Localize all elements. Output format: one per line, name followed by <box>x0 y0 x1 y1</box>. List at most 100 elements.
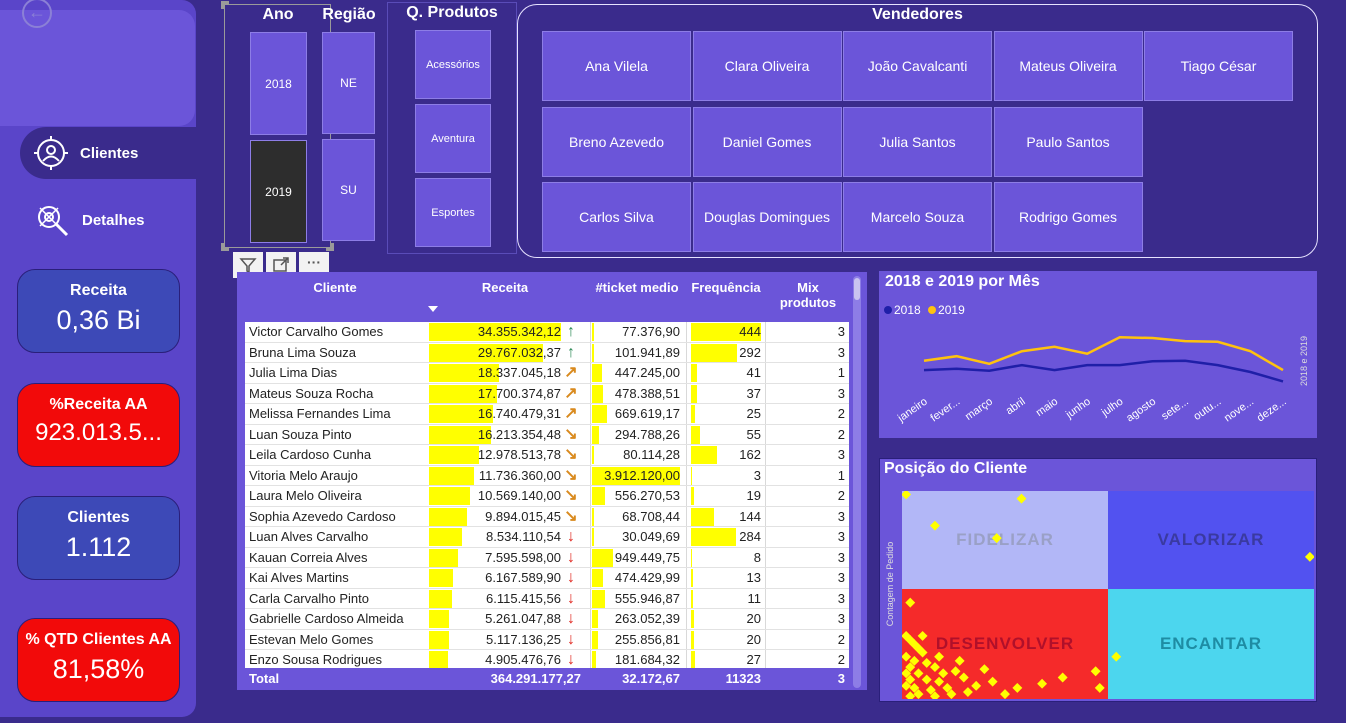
vendedor-option[interactable]: Paulo Santos <box>993 107 1143 177</box>
scatter-point[interactable] <box>1000 689 1010 699</box>
scatter-y-axis-label: Contagem de Pedido <box>885 541 895 627</box>
table-row[interactable]: Leila Cardoso Cunha 12.978.513,78 ↘ 80.114,… <box>245 445 849 466</box>
qprodutos-option-acessorios[interactable]: Acessórios <box>415 30 491 99</box>
table-scrollbar[interactable] <box>853 276 861 688</box>
scatter-point[interactable] <box>1012 682 1023 693</box>
cell-cliente: Luan Souza Pinto <box>249 426 352 442</box>
trend-arrow-icon: ↗ <box>564 364 578 381</box>
cell-ticket: 294.788,26 <box>614 426 680 442</box>
scatter-point[interactable] <box>962 687 973 698</box>
scatter-point[interactable] <box>902 491 912 500</box>
col-header-mix[interactable]: Mix produtos <box>779 280 837 310</box>
scatter-point[interactable] <box>954 655 965 666</box>
table-row[interactable]: Mateus Souza Rocha 17.700.374,87 ↗ 478.388,… <box>245 384 849 404</box>
scatter-point[interactable] <box>1090 666 1101 677</box>
vendedor-option[interactable]: Douglas Domingues <box>692 182 842 252</box>
table-row[interactable]: Vitoria Melo Araujo 11.736.360,00 ↘ 3.912.1… <box>245 466 849 486</box>
sort-desc-icon[interactable] <box>428 306 438 312</box>
table-row[interactable]: Julia Lima Dias 18.337.045,18 ↗ 447.245,00 4… <box>245 363 849 384</box>
cell-cliente: Victor Carvalho Gomes <box>249 324 384 339</box>
table-row[interactable]: Enzo Sousa Rodrigues 4.905.476,76 ↓ 181.684… <box>245 650 849 668</box>
scatter-point[interactable] <box>921 657 932 668</box>
vendedor-option[interactable]: Ana Vilela <box>542 31 691 101</box>
scatter-point[interactable] <box>979 664 990 675</box>
cell-receita: 11.736.360,00 <box>478 467 561 483</box>
cell-cliente: Leila Cardoso Cunha <box>249 447 372 462</box>
cell-receita: 17.700.374,87 <box>477 385 561 401</box>
scatter-plot <box>902 491 1314 699</box>
table-row[interactable]: Bruna Lima Souza 29.767.032,37 ↑ 101.941,89… <box>245 343 849 363</box>
scatter-point[interactable] <box>1016 493 1027 504</box>
cell-mix: 2 <box>837 488 845 503</box>
col-header-ticket[interactable]: #ticket medio <box>587 280 687 295</box>
vendedor-option[interactable]: João Cavalcanti <box>843 31 992 101</box>
scatter-point[interactable] <box>1094 682 1105 693</box>
table-row[interactable]: Victor Carvalho Gomes 34.355.342,12 ↑ 77.37… <box>245 322 849 343</box>
scatter-point[interactable] <box>958 672 969 683</box>
vendedor-option[interactable]: Clara Oliveira <box>692 31 842 101</box>
scatter-point[interactable] <box>987 676 998 687</box>
ano-option-2018[interactable]: 2018 <box>250 32 307 135</box>
table-row[interactable]: Kai Alves Martins 6.167.589,90 ↓ 474.429,99… <box>245 568 849 589</box>
scatter-point[interactable] <box>921 674 932 685</box>
scatter-point[interactable] <box>930 520 940 531</box>
scatter-point[interactable] <box>1057 672 1068 683</box>
series-line-2018[interactable] <box>923 359 1284 383</box>
table-row[interactable]: Laura Melo Oliveira 10.569.140,00 ↘ 556.270… <box>245 486 849 507</box>
resize-corner[interactable] <box>326 243 334 251</box>
table-row[interactable]: Luan Souza Pinto 16.213.354,48 ↘ 294.788,26… <box>245 425 849 445</box>
nav-detalhes[interactable]: Detalhes <box>20 194 196 246</box>
scatter-point[interactable] <box>1304 551 1314 562</box>
cell-receita: 4.905.476,76 <box>485 652 561 667</box>
regiao-option-su[interactable]: SU <box>322 139 375 241</box>
cell-frequencia: 20 <box>746 611 761 626</box>
nav-clientes[interactable]: Clientes <box>20 127 196 179</box>
scatter-point[interactable] <box>1037 678 1048 689</box>
table-scrollbar-thumb[interactable] <box>854 278 860 300</box>
scatter-point[interactable] <box>930 662 940 673</box>
col-header-receita[interactable]: Receita <box>429 280 581 295</box>
scatter-point[interactable] <box>905 597 916 608</box>
cell-ticket: 77.376,90 <box>622 324 680 339</box>
table-row[interactable]: Melissa Fernandes Lima 16.740.479,31 ↗ 669.… <box>245 404 849 425</box>
scatter-point[interactable] <box>971 680 982 691</box>
col-header-cliente[interactable]: Cliente <box>245 280 425 295</box>
qprodutos-option-esportes[interactable]: Esportes <box>415 178 491 247</box>
scatter-point[interactable] <box>902 651 912 662</box>
table-row[interactable]: Sophia Azevedo Cardoso 9.894.015,45 ↘ 68.70… <box>245 507 849 527</box>
table-row[interactable]: Kauan Correia Alves 7.595.598,00 ↓ 949.449,… <box>245 548 849 568</box>
ano-option-2019[interactable]: 2019 <box>250 140 307 243</box>
vendedor-option[interactable]: Julia Santos <box>843 107 992 177</box>
scatter-point[interactable] <box>950 666 961 677</box>
scatter-point[interactable] <box>913 668 924 679</box>
scatter-point[interactable] <box>905 691 916 699</box>
vendedor-option[interactable]: Carlos Silva <box>542 182 691 252</box>
cell-ticket: 181.684,32 <box>614 652 680 667</box>
scatter-point[interactable] <box>938 668 949 679</box>
col-header-frequencia[interactable]: Frequência <box>687 280 765 295</box>
scatter-point[interactable] <box>934 651 945 662</box>
table-row[interactable]: Gabrielle Cardoso Almeida 5.261.047,88 ↓ 26… <box>245 609 849 630</box>
vendedor-option[interactable]: Daniel Gomes <box>692 107 842 177</box>
vendedor-option[interactable]: Breno Azevedo <box>542 107 691 177</box>
qprodutos-option-aventura[interactable]: Aventura <box>415 104 491 173</box>
scatter-point[interactable] <box>917 630 928 641</box>
table-row[interactable]: Carla Carvalho Pinto 6.115.415,56 ↓ 555.946… <box>245 589 849 609</box>
vendedor-option[interactable]: Mateus Oliveira <box>993 31 1143 101</box>
scatter-point[interactable] <box>991 533 1002 544</box>
scatter-point[interactable] <box>934 676 945 687</box>
vendedor-option[interactable]: Tiago César <box>1144 31 1293 101</box>
resize-corner[interactable] <box>221 243 229 251</box>
scatter-point[interactable] <box>1111 651 1122 662</box>
vendedor-option[interactable]: Rodrigo Gomes <box>993 182 1143 252</box>
vendedor-option[interactable]: Marcelo Souza <box>843 182 992 252</box>
client-target-icon <box>34 136 68 170</box>
resize-corner[interactable] <box>221 1 229 9</box>
table-row[interactable]: Luan Alves Carvalho 8.534.110,54 ↓ 30.049,6… <box>245 527 849 548</box>
cell-frequencia: 292 <box>739 344 761 360</box>
regiao-option-ne[interactable]: NE <box>322 32 375 134</box>
total-mix: 3 <box>837 671 845 686</box>
cell-ticket: 80.114,28 <box>623 447 680 462</box>
cell-receita: 16.740.479,31 <box>477 406 561 421</box>
table-row[interactable]: Estevan Melo Gomes 5.117.136,25 ↓ 255.856,8… <box>245 630 849 650</box>
